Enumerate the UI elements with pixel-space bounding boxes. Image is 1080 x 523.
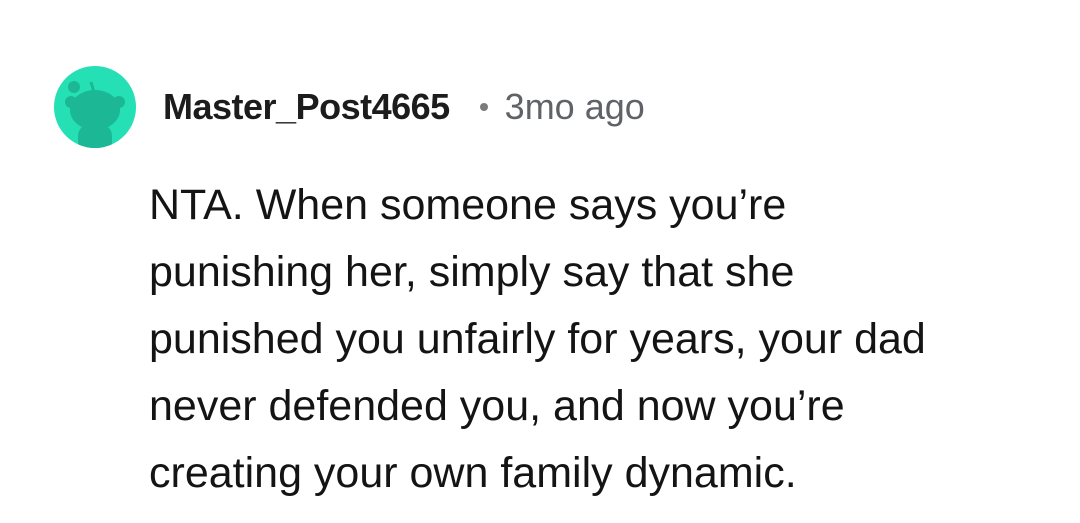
comment-body-line: punishing her, simply say that she <box>149 248 795 296</box>
timestamp: 3mo ago <box>504 86 645 127</box>
username-link[interactable]: Master_Post4665 <box>163 86 450 128</box>
comment-body-line: creating your own family dynamic. <box>149 449 797 497</box>
comment-meta: Master_Post4665 3mo ago <box>163 84 645 130</box>
dot-separator-icon <box>479 103 488 111</box>
comment-body-line: never defended you, and now you’re <box>149 382 845 430</box>
avatar[interactable] <box>54 66 136 148</box>
comment: Master_Post4665 3mo ago NTA. When someon… <box>0 0 1080 523</box>
comment-body: NTA. When someone says you’re punishing … <box>149 172 1049 507</box>
reddit-snoo-avatar-icon <box>54 66 136 148</box>
comment-body-line: punished you unfairly for years, your da… <box>149 315 926 363</box>
comment-body-line: NTA. When someone says you’re <box>149 181 787 229</box>
